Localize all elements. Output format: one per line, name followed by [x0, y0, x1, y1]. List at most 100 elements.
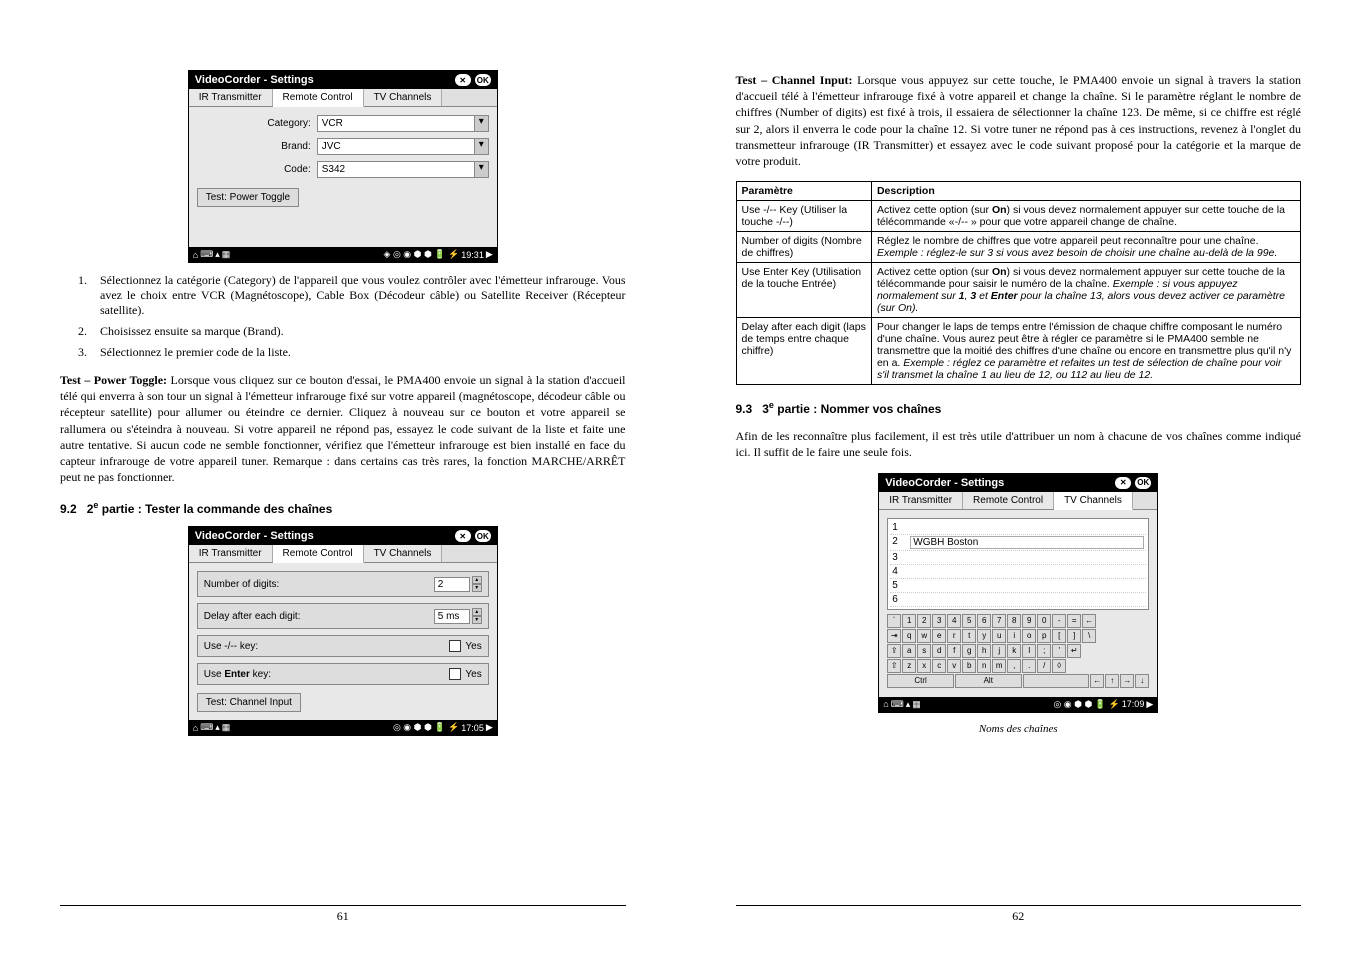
keyboard-key[interactable]: m [992, 659, 1006, 673]
keyboard-key[interactable]: / [1037, 659, 1051, 673]
keyboard-key[interactable]: 0 [1037, 614, 1051, 628]
keyboard-key[interactable]: 4 [947, 614, 961, 628]
up-arrow-icon[interactable]: ▴ [472, 608, 482, 616]
keyboard-key[interactable]: \ [1082, 629, 1096, 643]
keyboard-key[interactable]: b [962, 659, 976, 673]
ok-button[interactable]: OK [475, 74, 491, 86]
keyboard-key[interactable]: 3 [932, 614, 946, 628]
keyboard-key[interactable]: z [902, 659, 916, 673]
keyboard-key[interactable]: ⇥ [887, 629, 901, 643]
keyboard-key[interactable]: 7 [992, 614, 1006, 628]
keyboard-key[interactable]: o [1022, 629, 1036, 643]
screenshot-caption: Noms des chaînes [736, 723, 1302, 735]
keyboard-key[interactable]: ◊ [1052, 659, 1066, 673]
close-icon[interactable]: ✕ [1115, 477, 1131, 489]
keyboard-key[interactable]: c [932, 659, 946, 673]
tab-tv-channels[interactable]: TV Channels [364, 545, 443, 562]
keyboard-key[interactable]: x [917, 659, 931, 673]
keyboard-key[interactable]: 1 [902, 614, 916, 628]
table-row: Delay after each digit (laps de temps en… [736, 318, 1301, 385]
close-icon[interactable]: ✕ [455, 530, 471, 542]
channel-row[interactable]: 4 [890, 565, 1146, 579]
keyboard-key[interactable]: ⇪ [887, 644, 901, 658]
keyboard-key[interactable]: ; [1037, 644, 1051, 658]
close-icon[interactable]: ✕ [455, 74, 471, 86]
channel-row[interactable]: 2WGBH Boston [890, 535, 1146, 551]
keyboard-key[interactable]: 2 [917, 614, 931, 628]
keyboard-key[interactable]: ´ [887, 614, 901, 628]
tab-remote-control[interactable]: Remote Control [963, 492, 1054, 509]
tab-remote-control[interactable]: Remote Control [273, 545, 364, 563]
use-enter-checkbox[interactable] [449, 668, 461, 680]
screenshot-title-bar: VideoCorder - Settings ✕ OK [189, 527, 497, 545]
keyboard-key[interactable]: e [932, 629, 946, 643]
tab-ir-transmitter[interactable]: IR Transmitter [879, 492, 963, 509]
keyboard-key[interactable]: ' [1052, 644, 1066, 658]
test-channel-input-button[interactable]: Test: Channel Input [197, 693, 301, 712]
down-arrow-icon[interactable]: ▾ [472, 616, 482, 624]
keyboard-key[interactable]: ] [1067, 629, 1081, 643]
tab-ir-transmitter[interactable]: IR Transmitter [189, 545, 273, 562]
category-dropdown[interactable]: VCR ▾ [317, 115, 489, 132]
keyboard-key[interactable]: w [917, 629, 931, 643]
keyboard-key[interactable]: a [902, 644, 916, 658]
keyboard-key[interactable]: 9 [1022, 614, 1036, 628]
keyboard-key[interactable]: k [1007, 644, 1021, 658]
keyboard-key[interactable]: l [1022, 644, 1036, 658]
keyboard-key[interactable]: [ [1052, 629, 1066, 643]
keyboard-key[interactable]: y [977, 629, 991, 643]
keyboard-key[interactable]: j [992, 644, 1006, 658]
keyboard-key[interactable]: d [932, 644, 946, 658]
keyboard-key[interactable]: f [947, 644, 961, 658]
keyboard-key[interactable]: ↓ [1135, 674, 1149, 688]
channel-row[interactable]: 6 [890, 593, 1146, 607]
keyboard-key[interactable]: ↑ [1105, 674, 1119, 688]
keyboard-key[interactable]: s [917, 644, 931, 658]
keyboard-key[interactable]: , [1007, 659, 1021, 673]
keyboard-key[interactable]: ↵ [1067, 644, 1081, 658]
keyboard-key[interactable]: 6 [977, 614, 991, 628]
channel-row[interactable]: 5 [890, 579, 1146, 593]
keyboard-key[interactable]: ⇧ [887, 659, 901, 673]
keyboard-key[interactable]: . [1022, 659, 1036, 673]
channel-row[interactable]: 3 [890, 551, 1146, 565]
keyboard-key[interactable]: 5 [962, 614, 976, 628]
down-arrow-icon[interactable]: ▾ [472, 584, 482, 592]
test-power-paragraph: Test – Power Toggle: Lorsque vous clique… [60, 372, 626, 485]
tab-remote-control[interactable]: Remote Control [273, 89, 364, 107]
keyboard-key[interactable]: 8 [1007, 614, 1021, 628]
delay-spinner[interactable]: 5 ms ▴▾ [434, 608, 482, 624]
keyboard-key[interactable]: g [962, 644, 976, 658]
use-key-checkbox[interactable] [449, 640, 461, 652]
keyboard-key[interactable]: p [1037, 629, 1051, 643]
keyboard-key[interactable]: r [947, 629, 961, 643]
keyboard-key[interactable]: - [1052, 614, 1066, 628]
brand-label: Brand: [197, 141, 317, 152]
keyboard-key[interactable]: i [1007, 629, 1021, 643]
keyboard-key[interactable]: ← [1090, 674, 1104, 688]
keyboard-key[interactable]: u [992, 629, 1006, 643]
tab-ir-transmitter[interactable]: IR Transmitter [189, 89, 273, 106]
keyboard-key[interactable]: = [1067, 614, 1081, 628]
brand-dropdown[interactable]: JVC ▾ [317, 138, 489, 155]
channel-row[interactable]: 1 [890, 521, 1146, 535]
number-of-digits-spinner[interactable]: 2 ▴▾ [434, 576, 482, 592]
keyboard-key[interactable]: q [902, 629, 916, 643]
keyboard-key[interactable]: v [947, 659, 961, 673]
keyboard-key[interactable]: ← [1082, 614, 1096, 628]
code-dropdown[interactable]: S342 ▾ [317, 161, 489, 178]
keyboard-key[interactable]: Ctrl [887, 674, 954, 688]
tab-tv-channels[interactable]: TV Channels [1054, 492, 1133, 510]
keyboard-key[interactable]: h [977, 644, 991, 658]
keyboard-key[interactable] [1023, 674, 1090, 688]
tab-tv-channels[interactable]: TV Channels [364, 89, 443, 106]
test-power-toggle-button[interactable]: Test: Power Toggle [197, 188, 299, 207]
channel-name-input[interactable]: WGBH Boston [910, 536, 1144, 549]
keyboard-key[interactable]: t [962, 629, 976, 643]
up-arrow-icon[interactable]: ▴ [472, 576, 482, 584]
keyboard-key[interactable]: n [977, 659, 991, 673]
keyboard-key[interactable]: → [1120, 674, 1134, 688]
keyboard-key[interactable]: Alt [955, 674, 1022, 688]
ok-button[interactable]: OK [475, 530, 491, 542]
ok-button[interactable]: OK [1135, 477, 1151, 489]
